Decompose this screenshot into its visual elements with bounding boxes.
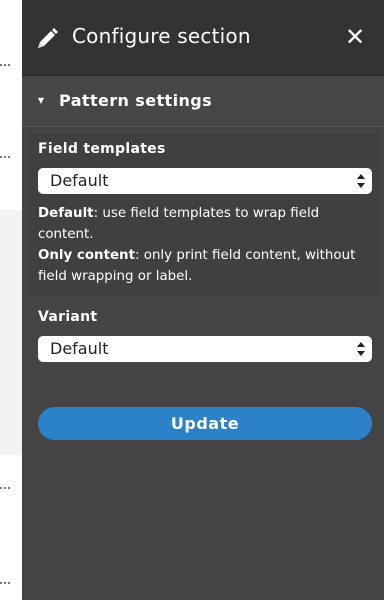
field-templates-value: Default [50, 171, 109, 190]
pattern-settings-label: Pattern settings [59, 91, 213, 110]
field-templates-label: Field templates [38, 141, 166, 157]
field-templates-description: Default: use field templates to wrap fie… [38, 203, 368, 287]
tray-header: Configure section ✕ [22, 0, 384, 76]
page-dotted-outline [0, 487, 10, 489]
update-button[interactable]: Update [38, 407, 372, 440]
pencil-icon [34, 26, 60, 52]
page-dotted-outline [0, 156, 10, 158]
close-icon[interactable]: ✕ [340, 22, 370, 52]
off-canvas-tray: Configure section ✕ ▾ Pattern settings F… [22, 0, 384, 600]
underlying-page-edge [0, 0, 22, 600]
triangle-down-icon: ▾ [38, 93, 45, 107]
variant-select[interactable]: Default [38, 336, 372, 362]
variant-value: Default [50, 339, 109, 358]
tray-title: Configure section [72, 24, 251, 48]
field-templates-select[interactable]: Default [38, 168, 372, 194]
description-term: Only content [38, 248, 135, 263]
select-arrows-icon [356, 336, 366, 362]
description-term: Default [38, 206, 94, 221]
select-arrows-icon [356, 168, 366, 194]
underlying-page-region [0, 210, 22, 455]
page-dotted-outline [0, 64, 10, 66]
variant-label: Variant [38, 309, 98, 325]
page-dotted-outline [0, 582, 10, 584]
pattern-settings-toggle[interactable]: ▾ Pattern settings [22, 77, 384, 127]
